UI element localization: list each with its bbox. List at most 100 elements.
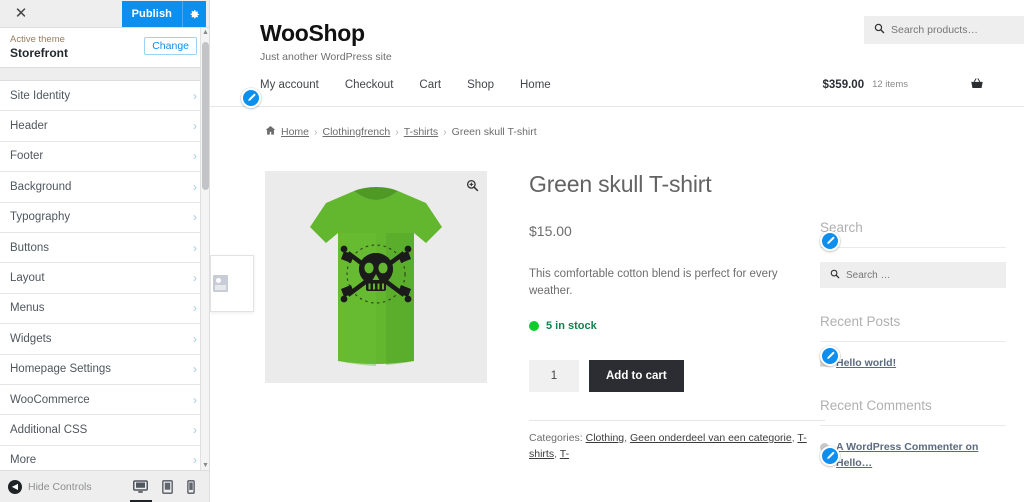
breadcrumb-separator: › (443, 126, 447, 138)
gallery-thumbnail-popover[interactable] (210, 255, 254, 312)
stock-status: 5 in stock (529, 320, 787, 332)
sidebar-search-input[interactable]: Search … (820, 262, 1006, 288)
tablet-icon[interactable] (162, 479, 173, 494)
change-theme-button[interactable]: Change (144, 37, 197, 55)
edit-shortcut-widget-recent-comments[interactable] (820, 446, 840, 466)
breadcrumb-item-clothingfrench[interactable]: Clothingfrench (323, 126, 391, 138)
primary-navigation: My account Checkout Cart Shop Home $359.… (210, 63, 1024, 107)
edit-shortcut-widget-search[interactable] (820, 231, 840, 251)
product-short-description: This comfortable cotton blend is perfect… (529, 267, 778, 297)
sidebar-item-site-identity[interactable]: Site Identity › (0, 81, 209, 112)
product-category-geen-onderdeel[interactable]: Geen onderdeel van een categorie (630, 432, 792, 444)
close-icon[interactable]: ✕ (8, 1, 34, 27)
product-meta-divider (529, 420, 825, 422)
sidebar-item-label: WooCommerce (10, 393, 90, 406)
nav-item-shop[interactable]: Shop (467, 79, 494, 91)
sidebar-item-label: Header (10, 120, 48, 133)
sidebar-item-layout[interactable]: Layout › (0, 263, 209, 294)
sidebar-item-widgets[interactable]: Widgets › (0, 324, 209, 355)
chevron-right-icon: › (193, 362, 197, 377)
gear-icon[interactable] (182, 1, 206, 27)
search-icon (830, 269, 840, 282)
magnifier-plus-icon[interactable] (466, 179, 479, 195)
image-placeholder-icon (213, 275, 228, 292)
product-category-truncated[interactable]: T- (560, 448, 569, 460)
shopping-basket-icon[interactable] (970, 77, 984, 93)
recent-comments-list: A WordPress Commenter on Hello… (820, 440, 1006, 472)
sidebar-item-header[interactable]: Header › (0, 111, 209, 142)
product-gallery[interactable] (265, 171, 487, 383)
widget-search-title: Search (820, 220, 1006, 248)
sidebar-search-placeholder: Search … (846, 269, 891, 281)
chevron-right-icon: › (193, 149, 197, 164)
sidebar-item-label: Homepage Settings (10, 363, 112, 376)
stock-label: 5 in stock (546, 320, 597, 333)
breadcrumb-item-tshirts[interactable]: T-shirts (404, 126, 438, 138)
chevron-right-icon: › (193, 88, 197, 103)
site-preview-frame: WooShop Just another WordPress site Sear… (210, 0, 1024, 502)
sidebar-item-woocommerce[interactable]: WooCommerce › (0, 385, 209, 416)
publish-button[interactable]: Publish (121, 1, 182, 27)
widget-recent-posts-title: Recent Posts (820, 314, 1006, 342)
cart-total: $359.00 (822, 78, 865, 91)
product-category-clothing[interactable]: Clothing (586, 432, 625, 444)
nav-menu: My account Checkout Cart Shop Home (260, 79, 551, 91)
nav-item-cart[interactable]: Cart (419, 79, 441, 91)
sidebar-item-label: Additional CSS (10, 423, 88, 436)
sidebar-item-menus[interactable]: Menus › (0, 294, 209, 325)
sidebar-item-label: Menus (10, 302, 45, 315)
recent-post-link[interactable]: Hello world! (836, 356, 896, 372)
edit-shortcut-widget-recent-posts[interactable] (820, 346, 840, 366)
chevron-right-icon: › (193, 453, 197, 468)
customizer-footer: ◀ Hide Controls (0, 470, 209, 502)
customizer-scrollbar[interactable]: ▲ ▼ (200, 28, 209, 470)
recent-comment-link[interactable]: A WordPress Commenter on Hello… (836, 440, 1006, 472)
product-image (304, 183, 448, 374)
list-item: A WordPress Commenter on Hello… (820, 440, 1006, 472)
customizer-section-list: Site Identity › Header › Footer › Backgr… (0, 80, 209, 477)
scrollbar-thumb[interactable] (202, 42, 209, 190)
sidebar-item-typography[interactable]: Typography › (0, 203, 209, 233)
publish-group: Publish (121, 1, 206, 27)
nav-item-my-account[interactable]: My account (260, 79, 319, 91)
hide-controls-button[interactable]: ◀ Hide Controls (8, 479, 92, 494)
scroll-up-icon[interactable]: ▲ (201, 28, 209, 37)
sidebar-item-background[interactable]: Background › (0, 172, 209, 203)
customizer-spacer (0, 68, 209, 80)
sidebar-item-label: Widgets (10, 332, 52, 345)
breadcrumb-separator: › (314, 126, 318, 138)
add-to-cart-button[interactable]: Add to cart (589, 360, 684, 393)
sidebar-item-footer[interactable]: Footer › (0, 142, 209, 173)
mobile-icon[interactable] (187, 479, 195, 494)
product-search-input[interactable]: Search products… (864, 16, 1024, 44)
quantity-input[interactable] (529, 360, 579, 393)
sidebar-item-label: Typography (10, 211, 71, 224)
chevron-right-icon: › (193, 301, 197, 316)
scroll-down-icon[interactable]: ▼ (201, 461, 209, 470)
chevron-right-icon: › (193, 240, 197, 255)
active-theme-block: Active theme Storefront Change (0, 28, 209, 68)
chevron-right-icon: › (193, 392, 197, 407)
sidebar-item-label: Buttons (10, 241, 49, 254)
nav-item-checkout[interactable]: Checkout (345, 79, 394, 91)
sidebar-item-additional-css[interactable]: Additional CSS › (0, 415, 209, 446)
breadcrumb-item-current: Green skull T-shirt (451, 126, 537, 138)
edit-shortcut-navigation[interactable] (241, 88, 261, 108)
list-item: Hello world! (820, 356, 1006, 372)
breadcrumb-item-home[interactable]: Home (281, 126, 309, 138)
product-price: $15.00 (529, 222, 572, 239)
product-title: Green skull T-shirt (529, 171, 712, 197)
sidebar-item-label: Footer (10, 150, 44, 163)
desktop-icon[interactable] (133, 479, 148, 494)
sidebar-item-label: More (10, 454, 37, 467)
add-to-cart-form: Add to cart (529, 360, 787, 393)
chevron-right-icon: › (193, 179, 197, 194)
sidebar-item-label: Site Identity (10, 89, 71, 102)
stock-dot-icon (529, 321, 539, 332)
nav-item-home[interactable]: Home (520, 79, 551, 91)
sidebar-item-homepage-settings[interactable]: Homepage Settings › (0, 355, 209, 385)
cart-summary[interactable]: $359.00 12 items (823, 77, 984, 93)
sidebar-item-label: Background (10, 180, 72, 193)
sidebar-item-buttons[interactable]: Buttons › (0, 233, 209, 264)
chevron-right-icon: › (193, 271, 197, 286)
